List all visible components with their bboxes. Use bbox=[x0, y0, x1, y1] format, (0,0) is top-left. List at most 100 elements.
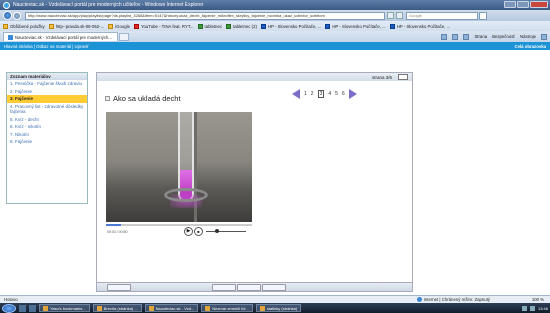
footer-button[interactable] bbox=[212, 284, 236, 291]
lesson-checkbox[interactable] bbox=[105, 96, 110, 101]
stop-icon[interactable] bbox=[396, 12, 403, 19]
stop-button[interactable]: ■ bbox=[194, 227, 203, 236]
taskbar-item[interactable]: Naucteviac.sk - Vzd... bbox=[144, 304, 199, 312]
window-title: Naucteviac.sk - Vzdelávací portál pre mo… bbox=[13, 2, 204, 8]
page-number[interactable]: 1 bbox=[304, 91, 307, 97]
favorite-link[interactable]: tabletnec bbox=[197, 23, 222, 29]
address-input[interactable]: http://www.naucteviac.sk/app/play/playli… bbox=[25, 11, 385, 20]
menu-item[interactable]: 6. Kvíz - nikotín bbox=[7, 123, 87, 131]
footer-button[interactable] bbox=[107, 284, 131, 291]
network-icon[interactable] bbox=[521, 305, 527, 311]
search-icon[interactable] bbox=[479, 11, 487, 20]
quick-launch-icon[interactable] bbox=[29, 304, 36, 312]
search-input[interactable]: Google bbox=[406, 11, 478, 20]
volume-icon[interactable] bbox=[529, 305, 535, 311]
new-tab-button[interactable] bbox=[119, 32, 129, 41]
page-label: strana 3/6 bbox=[371, 74, 392, 80]
print-icon[interactable] bbox=[463, 33, 470, 40]
favorite-label: YouTube - TINA feat. RYT... bbox=[141, 23, 194, 29]
help-icon[interactable] bbox=[541, 33, 547, 40]
tools-menu[interactable]: Nástroje bbox=[520, 34, 536, 39]
taskbar-item[interactable]: Brezňa (stránka) ... bbox=[92, 304, 142, 312]
site-favicon-icon bbox=[8, 34, 13, 40]
menu-item-active[interactable]: 3. Fajčenie bbox=[7, 95, 87, 103]
page-number[interactable]: 5 bbox=[335, 91, 338, 97]
page-number[interactable]: 6 bbox=[342, 91, 345, 97]
pager: 1 2 3 4 5 6 bbox=[292, 89, 357, 99]
favorite-label: HP - Slovensko Počítače, ... bbox=[332, 23, 386, 29]
play-button[interactable]: ▶ bbox=[184, 227, 193, 236]
stop-icon: ■ bbox=[197, 229, 200, 234]
app-icon bbox=[148, 305, 154, 311]
fullscreen-link[interactable]: Celá obrazovka bbox=[514, 44, 546, 49]
minimize-button[interactable] bbox=[504, 1, 516, 8]
lesson-panel: strana 3/6 Ako sa ukladá decht 1 2 3 4 5… bbox=[96, 72, 413, 292]
hp-icon bbox=[389, 23, 395, 29]
page-number[interactable]: 4 bbox=[328, 91, 331, 97]
page-select[interactable] bbox=[398, 74, 408, 80]
menu-item[interactable]: 4. Pracovný list - zdravotné dôsledky fa… bbox=[7, 103, 87, 116]
app-icon bbox=[96, 305, 102, 311]
favorite-link[interactable]: iGoogle bbox=[108, 23, 130, 29]
browser-tab[interactable]: Naucteviac.sk - Vzdelávací portál pre mo… bbox=[3, 32, 118, 41]
google-icon bbox=[108, 23, 114, 29]
folder-icon bbox=[226, 23, 231, 29]
home-icon[interactable] bbox=[441, 33, 448, 40]
favorite-link[interactable]: http--pravda.sk-08-052-... bbox=[48, 23, 105, 29]
current-page-number[interactable]: 3 bbox=[317, 90, 325, 98]
star-icon bbox=[3, 23, 8, 29]
video-player[interactable] bbox=[106, 112, 252, 222]
maximize-button[interactable] bbox=[517, 1, 529, 8]
lesson-title: Ako sa ukladá decht bbox=[105, 94, 181, 103]
video-progress-bar[interactable] bbox=[106, 224, 252, 226]
favorite-label: http--pravda.sk-08-052-... bbox=[55, 23, 105, 29]
back-button[interactable] bbox=[3, 11, 12, 20]
favorite-label: tabletnec bbox=[204, 23, 222, 29]
safety-menu[interactable]: Bezpečnosť bbox=[492, 34, 515, 39]
feeds-icon[interactable] bbox=[452, 33, 459, 40]
favorite-link[interactable]: HP - Slovensko Počítače, ... bbox=[325, 23, 386, 29]
menu-item[interactable]: 5. Kvíz - decht bbox=[7, 116, 87, 124]
favorites-button[interactable]: Obľúbené položky bbox=[3, 23, 45, 29]
video-progress-fill bbox=[106, 224, 121, 226]
volume-slider[interactable] bbox=[206, 229, 246, 233]
page-number[interactable]: 2 bbox=[311, 91, 314, 97]
favorites-bar: Obľúbené položky http--pravda.sk-08-052-… bbox=[0, 21, 550, 31]
tab-bar: Naucteviac.sk - Vzdelávací portál pre mo… bbox=[0, 31, 550, 42]
lesson-title-text: Ako sa ukladá decht bbox=[113, 94, 181, 103]
prev-page-arrow-icon[interactable] bbox=[292, 89, 300, 99]
clock[interactable]: 13:46 bbox=[538, 306, 548, 311]
taskbar: Yasu's bookmarks... Brezňa (stránka) ...… bbox=[0, 303, 550, 313]
forward-button[interactable] bbox=[13, 11, 21, 20]
status-text: Hotovo bbox=[4, 297, 18, 302]
menu-item[interactable]: 7. Nikotín bbox=[7, 131, 87, 139]
favorite-label: HP - Slovensko Počítače, ... bbox=[267, 23, 322, 29]
site-nav-links[interactable]: Hlavná stránka | Odkaz na materiál | Upr… bbox=[4, 44, 89, 49]
taskbar-item[interactable]: statinky (stránka) bbox=[255, 304, 302, 312]
window-titlebar: Naucteviac.sk - Vzdelávací portál pre mo… bbox=[0, 0, 550, 10]
favorite-link[interactable]: HP - Slovensko Počítače, ... bbox=[260, 23, 322, 29]
footer-button[interactable] bbox=[262, 284, 286, 291]
hp-icon bbox=[260, 23, 266, 29]
start-button[interactable] bbox=[2, 303, 16, 313]
next-page-arrow-icon[interactable] bbox=[348, 89, 357, 99]
taskbar-item[interactable]: Yasu's bookmarks... bbox=[39, 304, 90, 312]
favorite-link[interactable]: YouTube - TINA feat. RYT... bbox=[134, 23, 194, 29]
site-nav-bar: Hlavná stránka | Odkaz na materiál | Upr… bbox=[0, 42, 550, 50]
refresh-icon[interactable] bbox=[387, 12, 394, 19]
menu-item[interactable]: 8. Fajčenie bbox=[7, 138, 87, 146]
close-button[interactable] bbox=[530, 1, 548, 8]
materials-menu: Zoznam materiálov 1. Pesnička - Fajčenie… bbox=[6, 72, 88, 204]
quick-launch-icon[interactable] bbox=[19, 304, 26, 312]
window-controls bbox=[504, 1, 548, 8]
taskbar-item[interactable]: Nezmar zmenilí fol... bbox=[201, 304, 253, 312]
menu-item[interactable]: 2. Fajčenie bbox=[7, 88, 87, 96]
page-menu[interactable]: Strana bbox=[474, 34, 487, 39]
menu-item[interactable]: 1. Pesnička - Fajčenie škodí zdraviu bbox=[7, 80, 87, 88]
security-zone[interactable]: Internet | Chránený režim: Zapnutý bbox=[416, 297, 490, 302]
volume-knob[interactable] bbox=[215, 229, 219, 233]
favorite-link[interactable]: HP - Slovensko Počítače, ... bbox=[389, 23, 450, 29]
footer-button[interactable] bbox=[237, 284, 261, 291]
favorite-link[interactable]: tabletnec (2) bbox=[226, 23, 257, 29]
zoom-level[interactable]: 100 % bbox=[532, 297, 544, 302]
